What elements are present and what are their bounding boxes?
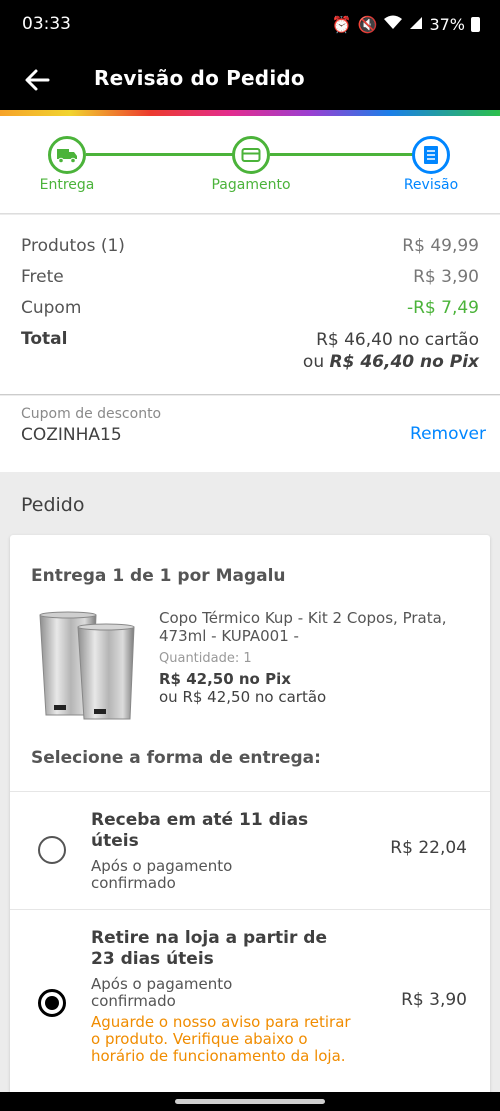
delivery-option-title: Receba em até 11 dias úteis (91, 810, 309, 851)
status-time: 03:33 (22, 14, 71, 34)
battery-icon (471, 16, 480, 32)
signal-icon (409, 15, 423, 34)
coupon-section: Cupom de desconto COZINHA15 Remover (0, 396, 500, 472)
coupon-label: Cupom (21, 298, 82, 318)
coupon-field-label: Cupom de desconto (21, 406, 162, 422)
shipping-label: Frete (21, 267, 64, 287)
page-title: Revisão do Pedido (94, 66, 305, 90)
wifi-icon (383, 14, 403, 34)
delivery-option-title: Retire na loja a partir de 23 dias úteis (91, 928, 327, 969)
step-label-revisao: Revisão (403, 177, 459, 193)
summary-products-row: Produtos (1) R$ 49,99 (21, 236, 479, 256)
product-price-pix: R$ 42,50 no Pix (159, 670, 291, 688)
pickup-notice: Aguarde o nosso aviso para retirar o pro… (91, 1013, 351, 1065)
document-icon (424, 146, 438, 164)
battery-level: 37% (429, 14, 465, 34)
total-card: R$ 46,40 no cartão (316, 330, 479, 350)
products-value: R$ 49,99 (402, 236, 479, 256)
back-button[interactable] (22, 64, 54, 96)
order-section-title: Pedido (21, 494, 85, 516)
delivery-option-subtitle: Após o pagamento confirmado (91, 975, 233, 1010)
order-card: Entrega 1 de 1 por Magalu Copo Térmico K… (10, 535, 490, 1095)
step-pagamento[interactable] (232, 136, 270, 174)
checkout-stepper: Entrega Pagamento Revisão (0, 116, 500, 214)
step-label-entrega: Entrega (39, 177, 95, 193)
delivery-radio-home[interactable] (38, 836, 66, 864)
summary-total-row: Total R$ 46,40 no cartão ou R$ 46,40 no … (21, 329, 479, 372)
step-label-pagamento: Pagamento (211, 177, 291, 193)
app-bar: Revisão do Pedido (0, 52, 500, 110)
delivery-option-store-pickup[interactable]: Retire na loja a partir de 23 dias úteis… (10, 909, 490, 1095)
product-image (39, 611, 135, 720)
coupon-code: COZINHA15 (21, 425, 122, 445)
mute-icon: 🔇 (357, 14, 378, 34)
product-name[interactable]: Copo Térmico Kup - Kit 2 Copos, Prata, 4… (159, 609, 459, 645)
summary-coupon-row: Cupom -R$ 7,49 (21, 298, 479, 318)
delivery-radio-store-pickup[interactable] (38, 989, 66, 1017)
alarm-icon: ⏰ (331, 14, 352, 34)
step-connector (86, 153, 234, 156)
delivery-option-subtitle: Após o pagamento confirmado (91, 857, 233, 892)
step-connector (270, 153, 414, 156)
total-label: Total (21, 329, 68, 349)
delivery-select-label: Selecione a forma de entrega: (31, 748, 321, 768)
products-label: Produtos (1) (21, 236, 125, 256)
product-price-card: ou R$ 42,50 no cartão (159, 688, 327, 706)
order-summary: Produtos (1) R$ 49,99 Frete R$ 3,90 Cupo… (0, 215, 500, 395)
total-pix-prefix: ou (302, 352, 325, 372)
delivery-option-price: R$ 22,04 (390, 838, 467, 858)
summary-shipping-row: Frete R$ 3,90 (21, 267, 479, 287)
shipping-value: R$ 3,90 (413, 267, 479, 287)
status-bar: 03:33 ⏰ 🔇 37% (0, 0, 500, 52)
truck-icon (57, 149, 77, 164)
step-entrega[interactable] (48, 136, 86, 174)
delivery-option-home[interactable]: Receba em até 11 dias úteis Após o pagam… (10, 791, 490, 909)
arrow-left-icon (25, 69, 50, 91)
card-icon (241, 148, 261, 162)
product-quantity: Quantidade: 1 (159, 651, 252, 666)
home-gesture-handle[interactable] (175, 1099, 325, 1104)
remove-coupon-button[interactable]: Remover (410, 424, 486, 444)
delivery-option-price: R$ 3,90 (401, 990, 467, 1010)
product-info: Copo Térmico Kup - Kit 2 Copos, Prata, 4… (159, 609, 459, 706)
step-revisao[interactable] (412, 136, 450, 174)
total-pix: R$ 46,40 no Pix (329, 352, 479, 372)
coupon-value: -R$ 7,49 (406, 298, 479, 318)
delivery-title: Entrega 1 de 1 por Magalu (31, 566, 286, 586)
system-nav-bar (0, 1092, 500, 1111)
